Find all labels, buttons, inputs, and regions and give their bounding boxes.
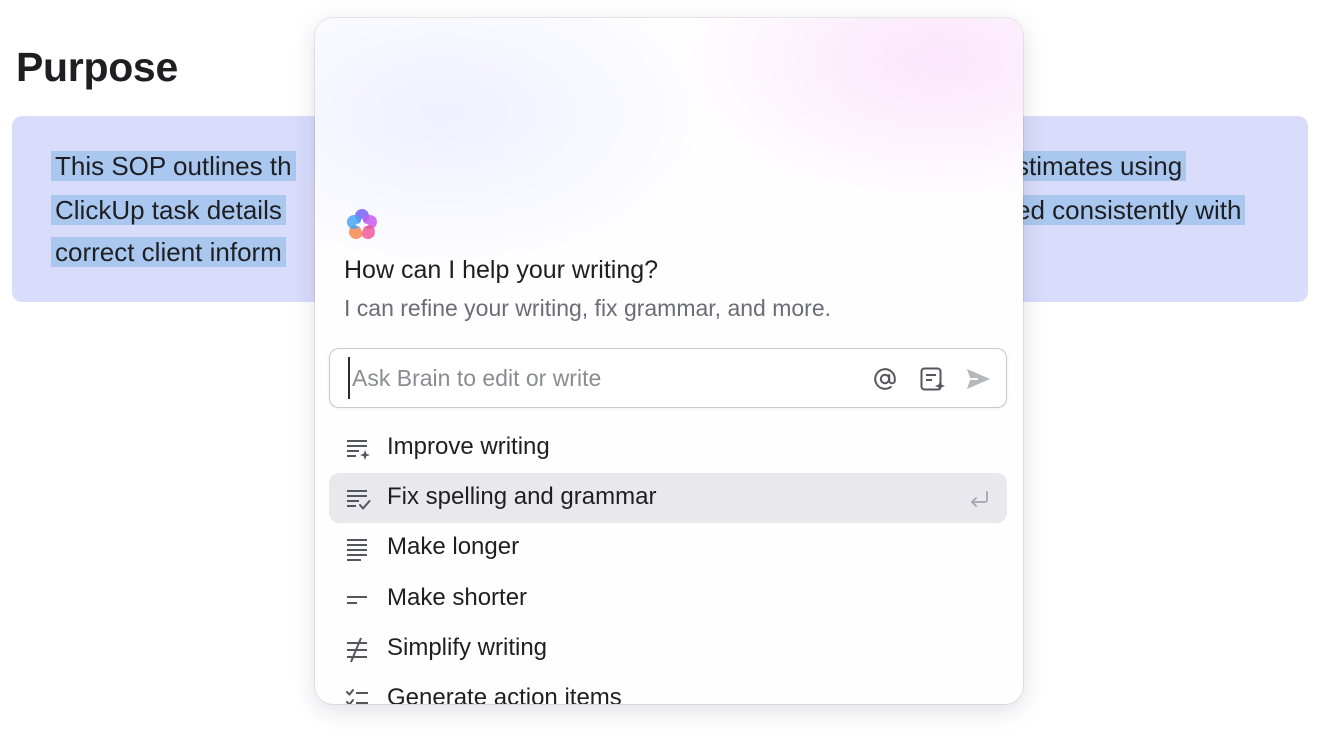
menu-item-label: Generate action items <box>387 684 622 704</box>
lines-sparkle-icon <box>345 436 371 462</box>
menu-item-label: Fix spelling and grammar <box>387 483 657 510</box>
paragraph-line: ed consistently with <box>1012 193 1246 227</box>
popup-title: How can I help your writing? <box>344 256 659 284</box>
send-icon[interactable] <box>963 364 993 394</box>
enter-key-icon <box>967 487 991 511</box>
brain-logo-icon <box>343 206 381 244</box>
paragraph-line: This SOP outlines th <box>51 149 296 183</box>
brain-writing-popup: How can I help your writing? I can refin… <box>315 18 1023 704</box>
lines-icon <box>345 536 371 562</box>
paragraph-line: correct client inform <box>51 235 286 269</box>
at-sign-icon[interactable] <box>870 364 900 394</box>
menu-item-simplify-writing[interactable]: Simplify writing <box>329 624 1007 674</box>
checklist-icon <box>345 687 371 704</box>
paragraph-line: ClickUp task details <box>51 193 286 227</box>
short-lines-icon <box>345 587 371 613</box>
lines-check-icon <box>345 486 371 512</box>
prompt-box <box>329 348 1007 408</box>
popup-subtitle: I can refine your writing, fix grammar, … <box>344 295 832 321</box>
menu-item-make-longer[interactable]: Make longer <box>329 523 1007 573</box>
menu-item-label: Make shorter <box>387 584 528 611</box>
menu-item-label: Improve writing <box>387 433 550 460</box>
page-heading: Purpose <box>16 44 178 90</box>
menu-item-make-shorter[interactable]: Make shorter <box>329 574 1007 624</box>
menu-item-fix-spelling-and-grammar[interactable]: Fix spelling and grammar <box>329 473 1007 523</box>
menu-item-generate-action-items[interactable]: Generate action items <box>329 674 1007 704</box>
strikethrough-lines-icon <box>345 637 371 663</box>
document-sparkle-icon[interactable] <box>917 364 947 394</box>
paragraph-line: stimates using <box>1012 149 1187 183</box>
menu-item-label: Simplify writing <box>387 634 548 661</box>
ask-brain-input[interactable] <box>348 357 848 399</box>
menu-item-label: Make longer <box>387 533 520 560</box>
menu-item-improve-writing[interactable]: Improve writing <box>329 423 1007 473</box>
